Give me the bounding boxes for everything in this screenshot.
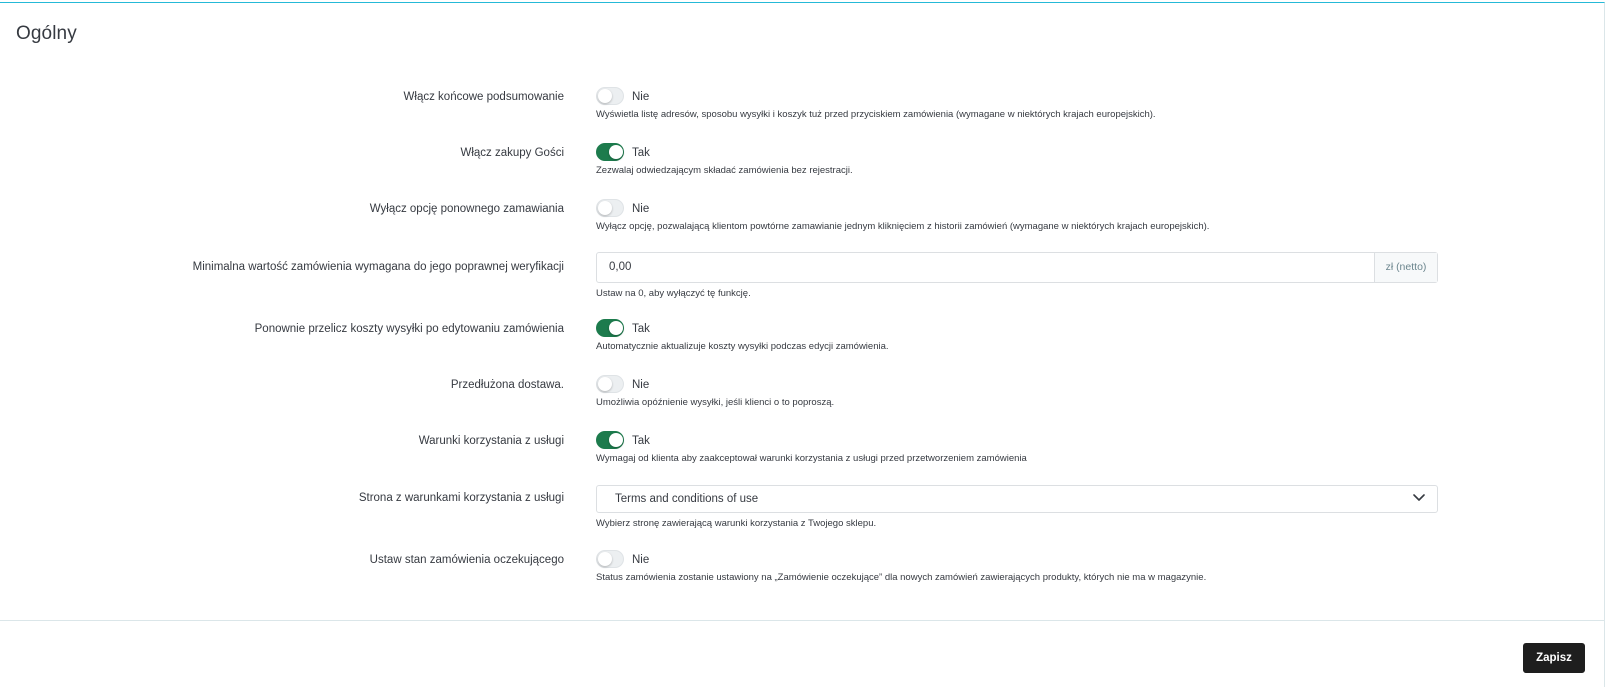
setting-label: Przedłużona dostawa. — [450, 379, 564, 391]
save-button[interactable]: Zapisz — [1523, 643, 1585, 673]
setting-help: Status zamówienia zostanie ustawiony na … — [596, 572, 1207, 583]
setting-label: Warunki korzystania z usługi — [418, 435, 564, 447]
setting-label: Minimalna wartość zamówienia wymagana do… — [192, 261, 564, 273]
toggle-knob — [609, 433, 623, 447]
toggle-knob — [609, 145, 623, 159]
setting-help: Wybierz stronę zawierającą warunki korzy… — [596, 518, 877, 529]
select-value: Terms and conditions of use — [615, 493, 759, 505]
disable-reorder-toggle[interactable] — [596, 199, 624, 217]
toggle-state-text: Nie — [632, 554, 650, 566]
backorder-state-toggle[interactable] — [596, 550, 624, 568]
setting-help: Ustaw na 0, aby wyłączyć tę funkcję. — [596, 288, 751, 299]
currency-addon: zł (netto) — [1374, 253, 1437, 282]
toggle-knob — [598, 552, 612, 566]
setting-label: Wyłącz opcję ponownego zamawiania — [369, 203, 564, 215]
panel-title: Ogólny — [16, 23, 77, 44]
delayed-shipping-toggle[interactable] — [596, 375, 624, 393]
chevron-down-icon — [1413, 494, 1425, 501]
minimum-order-input-group: 0,00 zł (netto) — [596, 252, 1438, 283]
setting-help: Wyświetla listę adresów, sposobu wysyłki… — [596, 109, 1156, 120]
guest-checkout-toggle[interactable] — [596, 143, 624, 161]
toggle-knob — [598, 377, 612, 391]
toggle-knob — [598, 201, 612, 215]
setting-label: Włącz zakupy Gości — [460, 147, 564, 159]
terms-of-service-toggle[interactable] — [596, 431, 624, 449]
setting-label: Strona z warunkami korzystania z usługi — [358, 492, 564, 504]
toggle-state-text: Tak — [632, 147, 650, 159]
toggle-state-text: Tak — [632, 435, 650, 447]
toggle-state-text: Tak — [632, 323, 650, 335]
toggle-knob — [609, 321, 623, 335]
recalculate-shipping-toggle[interactable] — [596, 319, 624, 337]
setting-label: Włącz końcowe podsumowanie — [403, 91, 564, 103]
terms-page-select[interactable]: Terms and conditions of use — [596, 485, 1438, 513]
setting-help: Umożliwia opóźnienie wysyłki, jeśli klie… — [596, 397, 835, 408]
final-summary-toggle[interactable] — [596, 87, 624, 105]
settings-panel: Ogólny Włącz końcowe podsumowanie Nie Wy… — [0, 2, 1605, 687]
toggle-knob — [598, 89, 612, 103]
setting-help: Zezwalaj odwiedzającym składać zamówieni… — [596, 165, 853, 176]
setting-help: Wymagaj od klienta aby zaakceptował waru… — [596, 453, 1027, 464]
toggle-state-text: Nie — [632, 91, 650, 103]
toggle-state-text: Nie — [632, 379, 650, 391]
footer-divider — [0, 620, 1605, 621]
setting-help: Wyłącz opcję, pozwalającą klientom powtó… — [596, 221, 1210, 232]
minimum-order-input[interactable]: 0,00 — [597, 253, 1374, 282]
setting-label: Ponownie przelicz koszty wysyłki po edyt… — [254, 323, 564, 335]
toggle-state-text: Nie — [632, 203, 650, 215]
setting-help: Automatycznie aktualizuje koszty wysyłki… — [596, 341, 889, 352]
setting-label: Ustaw stan zamówienia oczekującego — [369, 554, 564, 566]
